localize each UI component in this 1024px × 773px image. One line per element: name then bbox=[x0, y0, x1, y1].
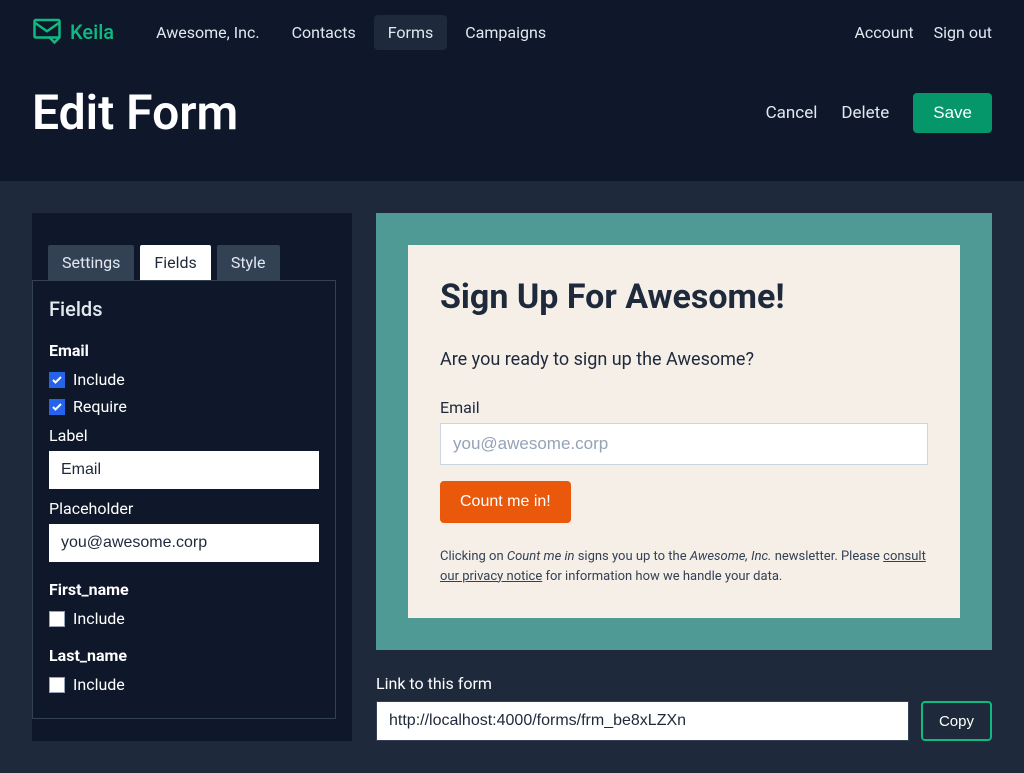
preview-email-input[interactable] bbox=[440, 423, 928, 465]
tab-style[interactable]: Style bbox=[217, 245, 280, 280]
panel-title: Fields bbox=[49, 297, 319, 321]
email-include-checkbox[interactable] bbox=[49, 372, 65, 388]
delete-button[interactable]: Delete bbox=[841, 103, 889, 123]
preview-submit-button[interactable]: Count me in! bbox=[440, 481, 571, 523]
form-preview: Sign Up For Awesome! Are you ready to si… bbox=[376, 213, 992, 650]
preview-fine-print: Clicking on Count me in signs you up to … bbox=[440, 547, 928, 586]
email-require-checkbox[interactable] bbox=[49, 399, 65, 415]
copy-button[interactable]: Copy bbox=[921, 701, 992, 741]
link-label: Link to this form bbox=[376, 674, 992, 693]
nav-signout[interactable]: Sign out bbox=[934, 15, 992, 50]
email-label-input[interactable] bbox=[49, 451, 319, 489]
tab-fields[interactable]: Fields bbox=[140, 245, 210, 280]
firstname-include-label: Include bbox=[73, 609, 125, 628]
preview-intro: Are you ready to sign up the Awesome? bbox=[440, 349, 928, 370]
email-placeholder-label: Placeholder bbox=[49, 499, 319, 518]
lastname-include-checkbox[interactable] bbox=[49, 677, 65, 693]
nav-project[interactable]: Awesome, Inc. bbox=[142, 15, 273, 50]
save-button[interactable]: Save bbox=[913, 93, 992, 133]
email-include-label: Include bbox=[73, 370, 125, 389]
brand-icon bbox=[32, 15, 62, 49]
preview-title: Sign Up For Awesome! bbox=[440, 277, 928, 317]
brand-name: Keila bbox=[70, 20, 114, 44]
field-firstname-name: First_name bbox=[49, 580, 319, 599]
page-title: Edit Form bbox=[32, 84, 766, 141]
form-link-input[interactable] bbox=[376, 701, 909, 741]
nav-forms[interactable]: Forms bbox=[374, 15, 448, 50]
nav-contacts[interactable]: Contacts bbox=[278, 15, 370, 50]
nav-campaigns[interactable]: Campaigns bbox=[451, 15, 560, 50]
email-require-label: Require bbox=[73, 397, 127, 416]
tab-settings[interactable]: Settings bbox=[48, 245, 134, 280]
email-label-label: Label bbox=[49, 426, 319, 445]
nav-account[interactable]: Account bbox=[854, 15, 913, 50]
field-email-name: Email bbox=[49, 341, 319, 360]
brand[interactable]: Keila bbox=[32, 15, 114, 49]
email-placeholder-input[interactable] bbox=[49, 524, 319, 562]
preview-email-label: Email bbox=[440, 398, 928, 417]
firstname-include-checkbox[interactable] bbox=[49, 611, 65, 627]
lastname-include-label: Include bbox=[73, 675, 125, 694]
field-lastname-name: Last_name bbox=[49, 646, 319, 665]
cancel-button[interactable]: Cancel bbox=[766, 103, 818, 123]
sidebar: Settings Fields Style Fields Email Inclu… bbox=[32, 213, 352, 741]
